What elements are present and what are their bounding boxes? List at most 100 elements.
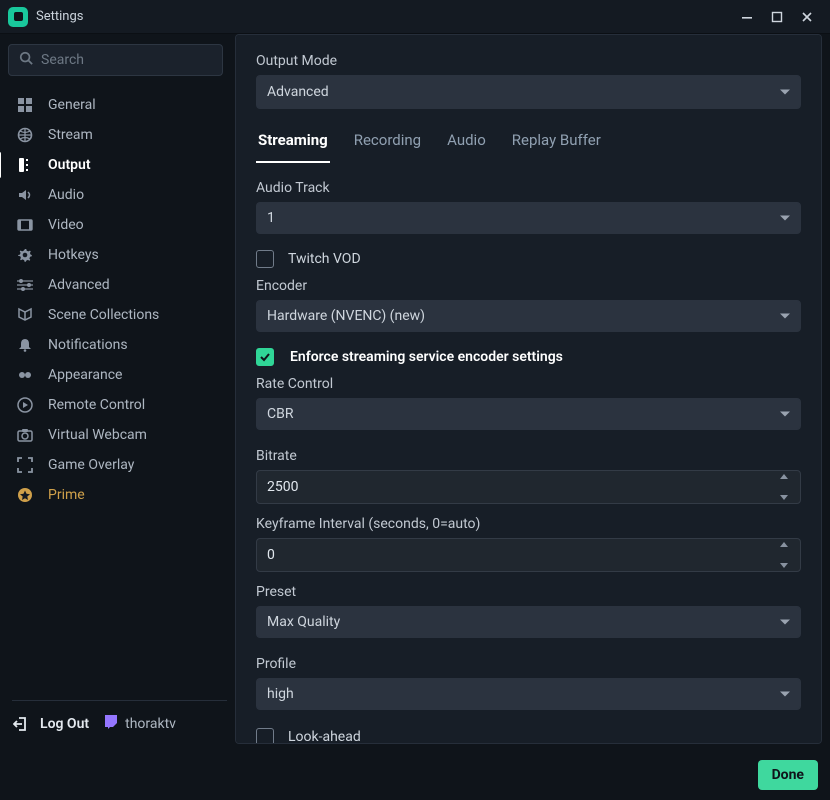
preset-label: Preset — [256, 584, 801, 600]
close-button[interactable] — [792, 4, 822, 30]
tab-streaming[interactable]: Streaming — [256, 131, 330, 163]
sidebar-item-remote-control[interactable]: Remote Control — [8, 390, 223, 420]
title-bar: Settings — [0, 0, 830, 34]
twitch-vod-label: Twitch VOD — [288, 251, 361, 267]
sidebar-item-label: Prime — [48, 487, 85, 503]
logout-button[interactable]: Log Out — [12, 716, 89, 732]
logout-icon — [12, 716, 30, 732]
globe-icon — [14, 127, 36, 143]
rate-control-select[interactable]: CBR — [256, 398, 801, 430]
sidebar-item-label: Scene Collections — [48, 307, 159, 323]
sidebar-item-stream[interactable]: Stream — [8, 120, 223, 150]
appearance-icon — [14, 367, 36, 383]
select-value: high — [267, 686, 294, 702]
user-chip[interactable]: thoraktv — [103, 714, 176, 734]
expand-icon — [14, 457, 36, 473]
sidebar-item-label: General — [48, 97, 96, 113]
chevron-down-icon — [780, 216, 790, 221]
bitrate-field[interactable] — [267, 479, 770, 495]
sidebar-item-label: Notifications — [48, 337, 128, 353]
search-input[interactable] — [8, 44, 223, 76]
spin-up-icon[interactable] — [780, 542, 788, 547]
sidebar-item-label: Stream — [48, 127, 93, 143]
spin-up-icon[interactable] — [780, 474, 788, 479]
film-icon — [14, 217, 36, 233]
sidebar-item-video[interactable]: Video — [8, 210, 223, 240]
collections-icon — [14, 307, 36, 323]
sidebar-item-label: Appearance — [48, 367, 122, 383]
twitch-vod-checkbox[interactable] — [256, 250, 274, 268]
main-panel: Output Mode Advanced Streaming Recording… — [235, 34, 822, 744]
tab-audio[interactable]: Audio — [445, 131, 488, 163]
bell-icon — [14, 337, 36, 353]
prime-icon — [14, 487, 36, 503]
maximize-button[interactable] — [762, 4, 792, 30]
sidebar-item-output[interactable]: Output — [8, 150, 223, 180]
sidebar-item-general[interactable]: General — [8, 90, 223, 120]
output-tabs: Streaming Recording Audio Replay Buffer — [256, 131, 801, 164]
output-icon — [14, 157, 36, 173]
profile-select[interactable]: high — [256, 678, 801, 710]
rate-control-label: Rate Control — [256, 376, 801, 392]
sliders-icon — [14, 277, 36, 293]
chevron-down-icon — [780, 620, 790, 625]
sidebar-item-label: Output — [48, 157, 91, 173]
done-button[interactable]: Done — [758, 760, 818, 790]
search-field[interactable] — [41, 52, 219, 68]
keyframe-field[interactable] — [267, 547, 770, 563]
logout-label: Log Out — [40, 716, 89, 732]
keyframe-input[interactable] — [256, 538, 801, 572]
profile-label: Profile — [256, 656, 801, 672]
bitrate-label: Bitrate — [256, 448, 801, 464]
enforce-checkbox[interactable] — [256, 348, 274, 366]
lookahead-checkbox[interactable] — [256, 728, 274, 744]
sidebar-item-game-overlay[interactable]: Game Overlay — [8, 450, 223, 480]
encoder-label: Encoder — [256, 278, 801, 294]
sidebar-item-label: Hotkeys — [48, 247, 99, 263]
minimize-button[interactable] — [732, 4, 762, 30]
sidebar-item-prime[interactable]: Prime — [8, 480, 223, 510]
select-value: 1 — [267, 210, 275, 226]
audio-track-select[interactable]: 1 — [256, 202, 801, 234]
sidebar-item-label: Remote Control — [48, 397, 145, 413]
bitrate-input[interactable] — [256, 470, 801, 504]
play-circle-icon — [14, 397, 36, 413]
gear-icon — [14, 247, 36, 263]
sidebar-item-audio[interactable]: Audio — [8, 180, 223, 210]
output-mode-label: Output Mode — [256, 53, 801, 69]
select-value: CBR — [267, 406, 293, 422]
search-icon — [19, 51, 33, 69]
select-value: Advanced — [267, 84, 329, 100]
sidebar: General Stream Output Audio Video — [8, 34, 223, 744]
output-mode-select[interactable]: Advanced — [256, 75, 801, 109]
sidebar-item-label: Advanced — [48, 277, 110, 293]
sidebar-item-notifications[interactable]: Notifications — [8, 330, 223, 360]
sidebar-item-virtual-webcam[interactable]: Virtual Webcam — [8, 420, 223, 450]
select-value: Max Quality — [267, 614, 340, 630]
chevron-down-icon — [780, 692, 790, 697]
window-title: Settings — [36, 9, 83, 24]
nav-list: General Stream Output Audio Video — [8, 86, 223, 516]
sidebar-item-label: Virtual Webcam — [48, 427, 147, 443]
spin-down-icon[interactable] — [780, 495, 788, 500]
chevron-down-icon — [780, 314, 790, 319]
sidebar-item-scene-collections[interactable]: Scene Collections — [8, 300, 223, 330]
select-value: Hardware (NVENC) (new) — [267, 308, 425, 324]
sidebar-item-label: Game Overlay — [48, 457, 134, 473]
sidebar-item-advanced[interactable]: Advanced — [8, 270, 223, 300]
chevron-down-icon — [780, 90, 790, 95]
username: thoraktv — [125, 716, 176, 732]
sidebar-item-appearance[interactable]: Appearance — [8, 360, 223, 390]
keyframe-label: Keyframe Interval (seconds, 0=auto) — [256, 516, 801, 532]
spin-down-icon[interactable] — [780, 563, 788, 568]
twitch-icon — [103, 714, 119, 734]
volume-icon — [14, 187, 36, 203]
tab-recording[interactable]: Recording — [352, 131, 423, 163]
sidebar-item-hotkeys[interactable]: Hotkeys — [8, 240, 223, 270]
preset-select[interactable]: Max Quality — [256, 606, 801, 638]
camera-icon — [14, 427, 36, 443]
encoder-select[interactable]: Hardware (NVENC) (new) — [256, 300, 801, 332]
tab-replay-buffer[interactable]: Replay Buffer — [510, 131, 603, 163]
grid-icon — [14, 97, 36, 113]
app-icon — [8, 7, 28, 27]
